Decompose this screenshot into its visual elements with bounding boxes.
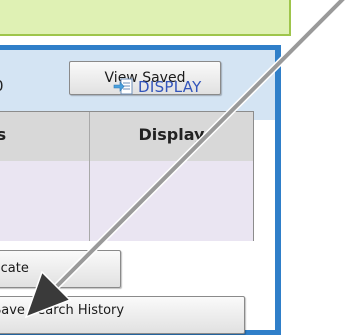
duplicates-button[interactable]: icate <box>0 250 121 288</box>
results-column-header: ts <box>0 125 7 144</box>
column-divider <box>89 112 90 241</box>
notice-banner <box>0 0 291 36</box>
display-column-header: Display <box>138 125 205 144</box>
display-document-icon <box>113 78 133 95</box>
search-history-table: ts Display <box>0 111 254 241</box>
save-search-history-button[interactable]: Save Search History <box>0 296 245 334</box>
display-link-label: DISPLAY <box>138 78 202 96</box>
results-cell: 0 <box>0 77 4 95</box>
table-row <box>0 161 253 241</box>
display-link[interactable]: DISPLAY <box>113 78 202 96</box>
table-header-row: ts Display <box>0 112 253 162</box>
